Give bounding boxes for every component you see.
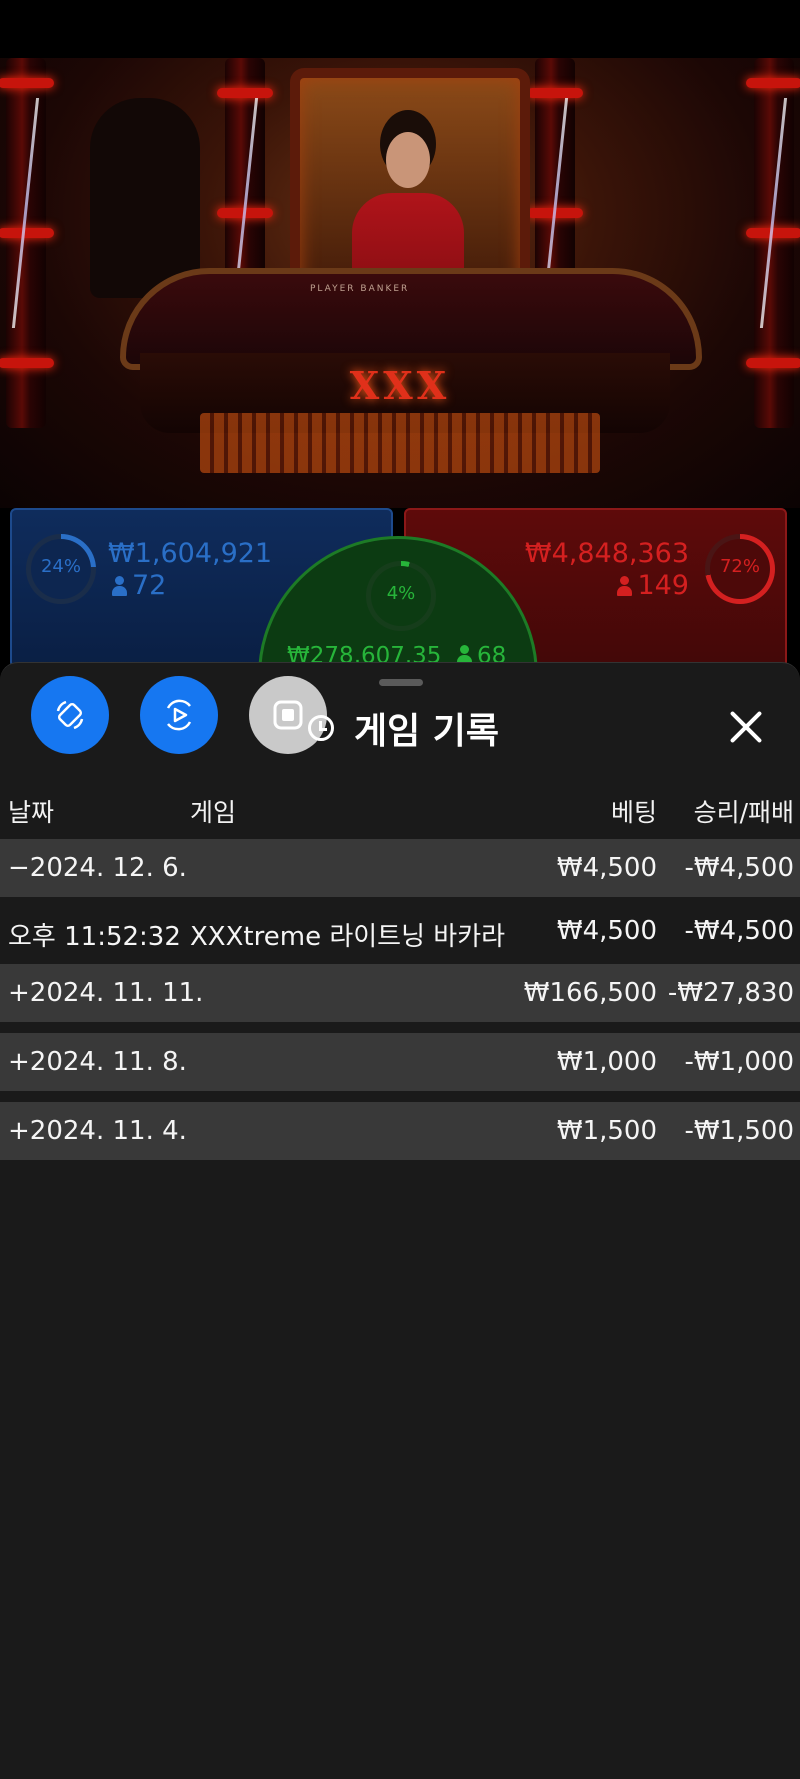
history-group-row[interactable]: +2024. 11. 8. ₩1,000 -₩1,000 — [0, 1033, 800, 1091]
row-date: +2024. 11. 11. — [8, 978, 204, 1008]
status-bar — [0, 0, 800, 58]
banker-percent-gauge: 72% — [705, 534, 775, 604]
player-bettor-count-value: 72 — [132, 570, 167, 601]
sheet-header: 게임 기록 — [308, 703, 499, 753]
screen-record-icon — [166, 699, 192, 731]
banker-bettor-count-value: 149 — [637, 570, 689, 601]
column-header-win-loss: 승리/패배 — [693, 798, 794, 827]
player-percent-gauge: 24% — [26, 534, 96, 604]
banker-percent: 72% — [719, 556, 760, 577]
person-icon — [617, 576, 633, 596]
row-win-loss: -₩4,500 — [684, 853, 794, 883]
history-group-row[interactable]: +2024. 11. 4. ₩1,500 -₩1,500 — [0, 1102, 800, 1160]
live-video: PLAYER BANKER XXX — [0, 58, 800, 508]
row-bet: ₩166,500 — [523, 978, 657, 1008]
sheet-drag-handle[interactable] — [379, 679, 423, 686]
row-date: −2024. 12. 6. — [8, 853, 187, 883]
row-bet: ₩1,500 — [556, 1116, 657, 1146]
row-date: +2024. 11. 4. — [8, 1116, 187, 1146]
banker-bet-amount: ₩4,848,363 — [524, 538, 689, 569]
column-header-date: 날짜 — [8, 798, 55, 827]
player-percent: 24% — [40, 556, 81, 577]
bet-bar: 24% ₩1,604,921 72 ₩4,848,363 149 72% 4% … — [0, 508, 800, 816]
row-win-loss: -₩1,500 — [684, 1116, 794, 1146]
table-logo: XXX — [349, 363, 451, 408]
sheet-title: 게임 기록 — [354, 711, 500, 752]
row-date: +2024. 11. 8. — [8, 1047, 187, 1077]
stop-icon — [273, 700, 303, 730]
column-header-game: 게임 — [190, 798, 237, 827]
table-lights — [200, 413, 600, 473]
column-header-bet: 베팅 — [610, 798, 657, 827]
row-win-loss: -₩4,500 — [684, 916, 794, 946]
row-bet: ₩1,000 — [556, 1047, 657, 1077]
row-win-loss: -₩1,000 — [684, 1047, 794, 1077]
screen-record-button[interactable] — [140, 676, 218, 754]
history-detail-row[interactable]: 오후 11:52:32 XXXtreme 라이트닝 바카라 ₩4,500 -₩4… — [0, 902, 800, 960]
history-clock-icon — [308, 715, 334, 741]
person-icon — [112, 576, 127, 596]
croupier-silhouette — [90, 98, 200, 298]
history-group-row[interactable]: −2024. 12. 6. ₩4,500 -₩4,500 — [0, 839, 800, 897]
row-win-loss: -₩27,830 — [667, 978, 794, 1008]
tie-percent: 4% — [386, 583, 416, 604]
tie-percent-gauge: 4% — [366, 561, 436, 631]
close-icon[interactable] — [726, 707, 766, 747]
player-bettor-count: 72 — [112, 570, 166, 601]
rotate-screen-button[interactable] — [31, 676, 109, 754]
table-labels: PLAYER BANKER — [310, 284, 410, 294]
row-time: 오후 11:52:32 — [8, 922, 181, 952]
dealer — [386, 132, 430, 188]
history-group-row[interactable]: +2024. 11. 11. ₩166,500 -₩27,830 — [0, 964, 800, 1022]
player-bet-amount: ₩1,604,921 — [108, 538, 273, 569]
row-bet: ₩4,500 — [556, 916, 657, 946]
row-game: XXXtreme 라이트닝 바카라 — [190, 922, 506, 952]
game-history-sheet: 게임 기록 날짜 게임 베팅 승리/패배 −2024. 12. 6. ₩4,50… — [0, 662, 800, 1779]
row-bet: ₩4,500 — [556, 853, 657, 883]
rotate-screen-icon — [56, 700, 84, 730]
banker-bettor-count: 149 — [617, 570, 689, 601]
